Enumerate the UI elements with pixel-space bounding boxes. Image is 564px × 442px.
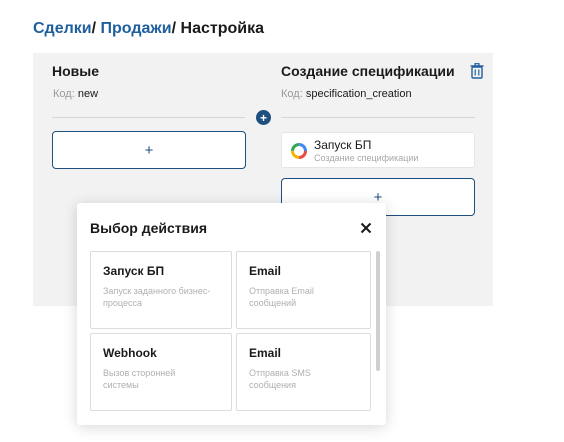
option-title: Запуск БП [103,264,165,278]
stage-title-new: Новые [52,63,100,79]
action-subtitle: Создание спецификации [314,153,419,163]
code-value: new [77,88,99,100]
process-loader-icon [291,143,307,159]
code-value: specification_creation [305,88,412,100]
modal-title: Выбор действия [90,220,208,236]
stage-code-specification: Код: specification_creation [281,88,412,100]
option-description: Отправка SMS сообщения [249,368,311,390]
stage-divider [281,117,475,118]
option-description: Вызов сторонней системы [103,368,176,390]
choose-action-modal: Выбор действия Запуск БП Запуск заданног… [77,203,386,425]
action-option-webhook[interactable]: Webhook Вызов сторонней системы [90,333,232,411]
breadcrumb-separator: / [91,20,97,37]
stage-action-card[interactable]: Запуск БП Создание спецификации [281,132,475,168]
stage-title-specification: Создание спецификации [281,63,455,79]
trash-icon[interactable] [470,63,484,79]
code-label: Код: [53,88,75,100]
breadcrumb-deals[interactable]: Сделки [33,20,92,37]
option-title: Email [249,264,282,278]
close-icon[interactable] [359,221,373,235]
breadcrumb-sales[interactable]: Продажи [101,20,172,37]
add-stage-connector-button[interactable]: + [256,110,271,125]
action-title: Запуск БП [314,138,372,152]
action-option-email[interactable]: Email Отправка Email сообщений [236,251,371,329]
option-description: Запуск заданного бизнес-процесса [103,286,211,308]
breadcrumb-current: Настройка [180,20,264,37]
breadcrumb: Сделки/ Продажи/ Настройка [33,20,264,38]
add-action-button-new[interactable]: + [52,131,246,169]
option-title: Webhook [103,346,157,360]
action-option-sms[interactable]: Email Отправка SMS сообщения [236,333,371,411]
option-title: Email [249,346,282,360]
stage-code-new: Код: new [53,88,98,100]
action-option-run-bp[interactable]: Запуск БП Запуск заданного бизнес-процес… [90,251,232,329]
option-description: Отправка Email сообщений [249,286,314,308]
code-label: Код: [281,88,303,100]
modal-scrollbar[interactable] [376,251,380,371]
stage-divider [52,117,245,118]
breadcrumb-separator: / [171,20,177,37]
